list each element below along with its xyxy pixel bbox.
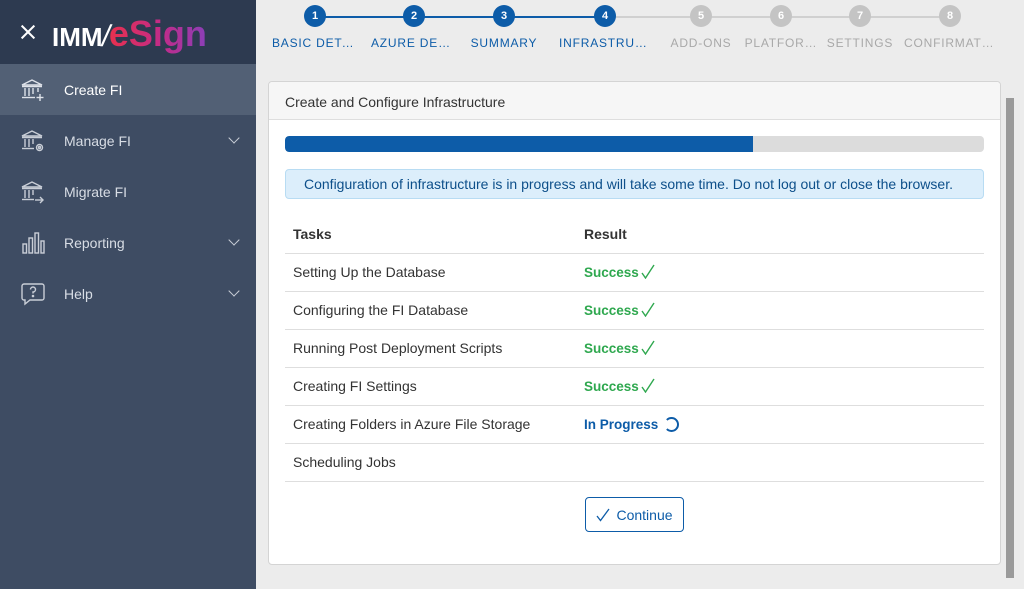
- task-result: Success: [576, 291, 984, 330]
- sidebar-item-label: Reporting: [64, 234, 125, 251]
- task-name: Creating FI Settings: [285, 367, 576, 406]
- sidebar-item-create-fi[interactable]: Create FI: [0, 64, 256, 115]
- task-result: Success: [576, 253, 984, 292]
- sidebar-item-label: Help: [64, 285, 93, 302]
- step-label: BASIC DETA…: [272, 36, 360, 50]
- status-success: Success: [584, 303, 639, 318]
- stepper: 1 BASIC DETA… 2 AZURE DETA… 3 SUMMARY 4 …: [256, 0, 1014, 66]
- bar-chart-icon: [20, 230, 46, 256]
- sidebar-item-manage-fi[interactable]: Manage FI: [0, 115, 256, 166]
- sidebar-item-label: Create FI: [64, 81, 123, 98]
- step-number: 4: [594, 5, 616, 27]
- task-result: In Progress: [576, 405, 984, 444]
- step-number: 2: [403, 5, 425, 27]
- task-name: Running Post Deployment Scripts: [285, 329, 576, 368]
- column-header-tasks: Tasks: [285, 215, 576, 254]
- info-alert: Configuration of infrastructure is in pr…: [285, 169, 984, 199]
- infrastructure-card: Create and Configure Infrastructure Conf…: [268, 81, 1001, 565]
- task-name: Creating Folders in Azure File Storage: [285, 405, 576, 444]
- step-label: CONFIRMATI…: [904, 36, 998, 50]
- chevron-down-icon: [228, 132, 240, 144]
- step-settings: 7 SETTINGS: [815, 5, 905, 50]
- table-row: Creating Folders in Azure File Storage In…: [285, 405, 984, 444]
- task-name: Configuring the FI Database: [285, 291, 576, 330]
- step-number: 1: [304, 5, 326, 27]
- sidebar-item-migrate-fi[interactable]: Migrate FI: [0, 166, 256, 217]
- step-label: AZURE DETA…: [371, 36, 459, 50]
- step-label: INFRASTRUCT…: [559, 36, 653, 50]
- status-success: Success: [584, 265, 639, 280]
- scrollbar[interactable]: [1004, 0, 1014, 589]
- table-row: Creating FI Settings Success: [285, 367, 984, 406]
- step-number: 7: [849, 5, 871, 27]
- chevron-down-icon: [228, 234, 240, 246]
- step-platform: 6 PLATFOR…: [736, 5, 826, 50]
- table-row: Running Post Deployment Scripts Success: [285, 329, 984, 368]
- step-infrastructure[interactable]: 4 INFRASTRUCT…: [557, 5, 653, 50]
- progress-bar-fill: [285, 136, 754, 152]
- check-icon: [596, 508, 610, 522]
- step-azure-details[interactable]: 2 AZURE DETA…: [369, 5, 459, 50]
- progress-bar: [285, 136, 984, 152]
- bank-gear-icon: [20, 128, 46, 154]
- bank-plus-icon: [20, 77, 46, 103]
- logo-name: eSign: [108, 13, 207, 54]
- bank-arrow-icon: [20, 179, 46, 205]
- scrollbar-thumb[interactable]: [1006, 98, 1014, 578]
- task-result: [576, 443, 984, 482]
- chevron-down-icon: [228, 285, 240, 297]
- table-row: Configuring the FI Database Success: [285, 291, 984, 330]
- step-number: 8: [939, 5, 961, 27]
- card-title: Create and Configure Infrastructure: [269, 82, 1000, 120]
- task-result: Success: [576, 367, 984, 406]
- check-icon: [641, 264, 655, 279]
- step-basic-details[interactable]: 1 BASIC DETA…: [270, 5, 360, 50]
- column-header-result: Result: [576, 215, 984, 254]
- sidebar-item-label: Manage FI: [64, 132, 131, 149]
- step-summary[interactable]: 3 SUMMARY: [459, 5, 549, 50]
- step-number: 5: [690, 5, 712, 27]
- step-number: 6: [770, 5, 792, 27]
- step-label: SETTINGS: [826, 36, 894, 50]
- sidebar: IMM / eSign Create FI Manage FI Migrate …: [0, 0, 256, 589]
- status-in-progress: In Progress: [584, 417, 659, 432]
- step-confirmation: 8 CONFIRMATI…: [902, 5, 998, 50]
- status-success: Success: [584, 379, 639, 394]
- check-icon: [641, 340, 655, 355]
- continue-button[interactable]: Continue: [585, 497, 684, 532]
- check-icon: [641, 378, 655, 393]
- sidebar-item-label: Migrate FI: [64, 183, 128, 200]
- task-name: Setting Up the Database: [285, 253, 576, 292]
- tasks-table: Tasks Result Setting Up the Database Succ…: [285, 215, 984, 482]
- sidebar-item-help[interactable]: Help: [0, 268, 256, 319]
- step-label: ADD-ONS: [670, 36, 732, 50]
- step-add-ons: 5 ADD-ONS: [656, 5, 746, 50]
- table-row: Scheduling Jobs: [285, 443, 984, 482]
- continue-label: Continue: [616, 506, 673, 523]
- main-content: 1 BASIC DETA… 2 AZURE DETA… 3 SUMMARY 4 …: [256, 0, 1014, 589]
- check-icon: [641, 302, 655, 317]
- sidebar-item-reporting[interactable]: Reporting: [0, 217, 256, 268]
- step-label: SUMMARY: [470, 36, 538, 50]
- logo: IMM / eSign: [52, 10, 207, 54]
- table-row: Setting Up the Database Success: [285, 253, 984, 292]
- task-result: Success: [576, 329, 984, 368]
- brand-bar: IMM / eSign: [0, 0, 256, 64]
- logo-prefix: IMM: [52, 22, 103, 52]
- spinner-icon: [664, 417, 680, 432]
- table-header-row: Tasks Result: [285, 215, 984, 254]
- close-icon[interactable]: [18, 22, 38, 42]
- help-icon: [20, 281, 46, 307]
- step-label: PLATFOR…: [744, 36, 818, 50]
- step-number: 3: [493, 5, 515, 27]
- status-success: Success: [584, 341, 639, 356]
- task-name: Scheduling Jobs: [285, 443, 576, 482]
